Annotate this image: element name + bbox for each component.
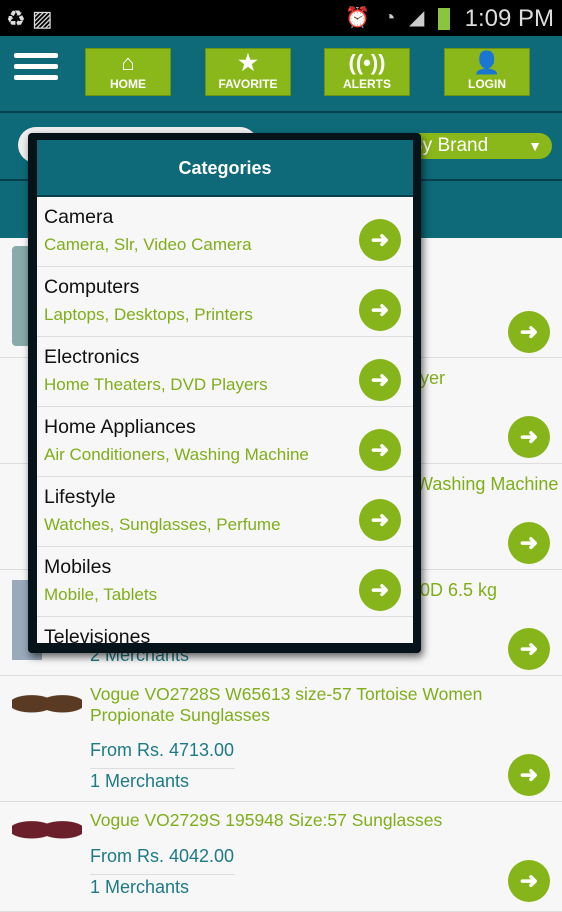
recycle-icon: ♻ ▨ <box>6 6 53 31</box>
category-televisiones[interactable]: Televisiones <box>37 617 413 643</box>
merchant-count: 1 Merchants <box>90 771 190 791</box>
arrow-right-icon[interactable]: ➜ <box>359 499 401 541</box>
arrow-right-icon[interactable]: ➜ <box>359 359 401 401</box>
popup-title: Categories <box>37 140 413 197</box>
category-name: Camera <box>44 206 114 228</box>
arrow-right-icon[interactable]: ➜ <box>359 569 401 611</box>
category-camera[interactable]: Camera Camera, Slr, Video Camera ➜ <box>37 197 413 267</box>
alerts-icon: ((•)) <box>348 50 386 75</box>
favorite-button[interactable]: ★ FAVORITE <box>205 48 291 96</box>
login-label: LOGIN <box>468 77 506 91</box>
menu-icon[interactable] <box>14 53 58 89</box>
category-name: Home Appliances <box>44 416 196 438</box>
category-name: Televisiones <box>44 626 151 643</box>
product-image <box>12 684 82 720</box>
product-row[interactable]: Vogue VO2729S 195948 Size:57 Sunglasses … <box>0 802 562 912</box>
star-icon: ★ <box>238 50 258 75</box>
category-sub: Camera, Slr, Video Camera <box>44 235 252 254</box>
alerts-label: ALERTS <box>343 77 391 91</box>
home-label: HOME <box>110 77 146 91</box>
category-list[interactable]: Camera Camera, Slr, Video Camera ➜ Compute… <box>37 197 413 643</box>
arrow-right-icon[interactable]: ➜ <box>508 628 550 670</box>
category-computers[interactable]: Computers Laptops, Desktops, Printers ➜ <box>37 267 413 337</box>
home-icon: ⌂ <box>121 50 135 75</box>
product-price: From Rs. 4042.00 <box>90 846 235 866</box>
arrow-right-icon[interactable]: ➜ <box>508 311 550 353</box>
category-sub: Watches, Sunglasses, Perfume <box>44 515 281 534</box>
category-name: Lifestyle <box>44 486 116 508</box>
favorite-label: FAVORITE <box>218 77 278 91</box>
arrow-right-icon[interactable]: ➜ <box>508 754 550 796</box>
arrow-right-icon[interactable]: ➜ <box>359 289 401 331</box>
login-button[interactable]: 👤 LOGIN <box>444 48 530 96</box>
category-sub: Home Theaters, DVD Players <box>44 375 268 394</box>
user-icon: 👤 <box>473 50 501 75</box>
product-price: From Rs. 4713.00 <box>90 740 235 760</box>
categories-popup: Categories Camera Camera, Slr, Video Came… <box>28 133 421 653</box>
category-lifestyle[interactable]: Lifestyle Watches, Sunglasses, Perfume ➜ <box>37 477 413 547</box>
arrow-right-icon[interactable]: ➜ <box>508 416 550 458</box>
product-title: Vogue VO2728S W65613 size-57 Tortoise Wo… <box>90 684 483 725</box>
clock: 1:09 PM <box>464 5 554 32</box>
category-home-appliances[interactable]: Home Appliances Air Conditioners, Washing… <box>37 407 413 477</box>
merchant-count: 1 Merchants <box>90 877 190 897</box>
alerts-button[interactable]: ((•)) ALERTS <box>324 48 410 96</box>
category-mobiles[interactable]: Mobiles Mobile, Tablets ➜ <box>37 547 413 617</box>
brand-label: By Brand <box>410 135 489 156</box>
category-sub: Air Conditioners, Washing Machine <box>44 445 309 464</box>
chevron-down-icon: ▼ <box>528 138 542 154</box>
product-title: 0D 6.5 kg <box>420 580 498 600</box>
product-title: Washing Machine <box>416 474 559 494</box>
arrow-right-icon[interactable]: ➜ <box>359 219 401 261</box>
status-bar: ♻ ▨ ⏰ ◔ ◢ 1:09 PM <box>0 0 562 36</box>
category-name: Mobiles <box>44 556 112 578</box>
category-name: Computers <box>44 276 140 298</box>
product-title: Vogue VO2729S 195948 Size:57 Sunglasses <box>90 810 443 830</box>
battery-icon <box>438 7 450 30</box>
category-sub: Mobile, Tablets <box>44 585 158 604</box>
arrow-right-icon[interactable]: ➜ <box>508 860 550 902</box>
home-button[interactable]: ⌂ HOME <box>85 48 171 96</box>
arrow-right-icon[interactable]: ➜ <box>359 429 401 471</box>
product-title: yer <box>420 368 446 388</box>
category-electronics[interactable]: Electronics Home Theaters, DVD Players ➜ <box>37 337 413 407</box>
category-sub: Laptops, Desktops, Printers <box>44 305 253 324</box>
status-icons: ⏰ ◔ ◢ <box>345 5 450 30</box>
category-name: Electronics <box>44 346 140 368</box>
product-image <box>12 810 82 846</box>
arrow-right-icon[interactable]: ➜ <box>508 522 550 564</box>
top-nav: ⌂ HOME ★ FAVORITE ((•)) ALERTS 👤 LOGIN <box>0 36 562 113</box>
product-row[interactable]: Vogue VO2728S W65613 size-57 Tortoise Wo… <box>0 676 562 802</box>
